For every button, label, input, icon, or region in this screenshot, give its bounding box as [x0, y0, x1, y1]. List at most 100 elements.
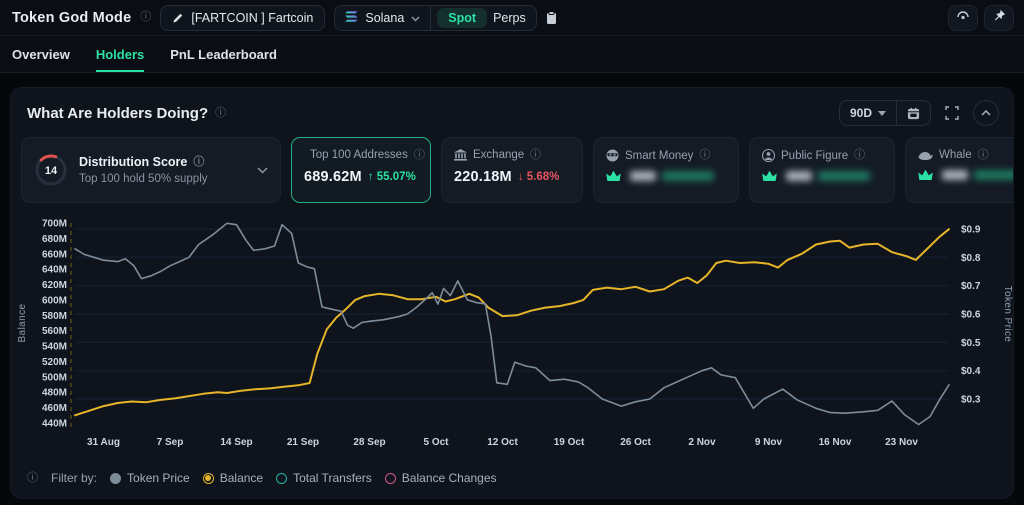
caret-down-icon [878, 111, 886, 116]
holders-chart: 700M680M660M640M620M600M580M560M540M520M… [13, 211, 1011, 462]
svg-text:12 Oct: 12 Oct [487, 437, 518, 448]
stat-card-title: Top 100 Addresses [310, 149, 408, 161]
collapse-button[interactable] [973, 100, 999, 126]
svg-text:$0.3: $0.3 [961, 395, 981, 406]
svg-text:23 Nov: 23 Nov [885, 437, 918, 448]
info-icon[interactable]: ⓘ [414, 150, 425, 161]
svg-text:7 Sep: 7 Sep [157, 437, 184, 448]
svg-text:580M: 580M [42, 311, 67, 322]
legend-item-token-price[interactable]: Token Price [110, 471, 190, 485]
svg-text:14 Sep: 14 Sep [220, 437, 252, 448]
chain-selector[interactable]: Solana [335, 6, 430, 30]
divider [430, 6, 431, 30]
svg-text:9 Nov: 9 Nov [755, 437, 783, 448]
masked-value [786, 171, 812, 181]
fullscreen-button[interactable] [939, 100, 965, 126]
chart-legend: ⓘ Filter by: Token Price Balance Total T… [11, 462, 1013, 494]
svg-text:440M: 440M [42, 419, 67, 430]
tab-overview[interactable]: Overview [12, 36, 70, 72]
distribution-score-title: Distribution Score [79, 155, 187, 169]
chevron-down-icon [411, 11, 420, 25]
svg-text:620M: 620M [42, 280, 67, 291]
smart-money-icon [606, 149, 619, 162]
stat-card-change: ↓ 5.68% [518, 171, 560, 183]
exchange-icon [454, 149, 467, 161]
watch-button[interactable] [948, 5, 978, 31]
info-icon[interactable]: ⓘ [140, 12, 151, 23]
stat-card-public-figure[interactable]: Public Figure ⓘ [749, 137, 895, 203]
tab-spot[interactable]: Spot [437, 8, 487, 28]
info-icon[interactable]: ⓘ [215, 108, 226, 119]
crown-icon [762, 170, 777, 182]
svg-text:Token Price: Token Price [1002, 286, 1013, 343]
stat-card-value: 689.62M [304, 169, 362, 185]
page-title: Token God Mode [12, 10, 131, 26]
svg-text:$0.9: $0.9 [961, 225, 981, 236]
legend-item-label: Balance [220, 471, 263, 485]
tab-holders[interactable]: Holders [96, 36, 144, 72]
copy-icon[interactable] [546, 11, 557, 25]
svg-text:540M: 540M [42, 342, 67, 353]
masked-change [818, 171, 870, 181]
solana-icon [345, 11, 358, 25]
stat-card-title: Smart Money [625, 150, 693, 162]
range-dropdown[interactable]: 90D [840, 101, 896, 125]
info-icon[interactable]: ⓘ [27, 473, 38, 484]
svg-text:560M: 560M [42, 326, 67, 337]
svg-text:520M: 520M [42, 357, 67, 368]
masked-value [630, 171, 656, 181]
svg-text:$0.7: $0.7 [961, 281, 981, 292]
crown-icon [918, 169, 933, 181]
svg-text:460M: 460M [42, 403, 67, 414]
tab-perps[interactable]: Perps [489, 8, 536, 28]
token-selector[interactable]: [FARTCOIN ] Fartcoin [160, 5, 325, 31]
tab-pnl-leaderboard[interactable]: PnL Leaderboard [170, 36, 277, 72]
stat-card-title: Exchange [473, 149, 524, 161]
market-selector: Solana Spot Perps [334, 5, 536, 31]
calendar-button[interactable] [897, 101, 930, 125]
svg-text:480M: 480M [42, 388, 67, 399]
distribution-score-card[interactable]: 14 Distribution Score ⓘ Top 100 hold 50%… [21, 137, 281, 203]
panel-title: What Are Holders Doing? [27, 105, 208, 122]
stat-card-change: ↑ 55.07% [368, 171, 416, 183]
masked-change [662, 171, 714, 181]
svg-text:640M: 640M [42, 265, 67, 276]
info-icon[interactable]: ⓘ [193, 157, 204, 168]
distribution-gauge: 14 [34, 153, 68, 187]
svg-text:31 Aug: 31 Aug [87, 437, 120, 448]
balance-changes-radio [385, 473, 396, 484]
stats-row: 14 Distribution Score ⓘ Top 100 hold 50%… [21, 137, 1014, 203]
watch-icon [955, 8, 971, 27]
legend-item-balance[interactable]: Balance [203, 471, 263, 485]
pin-button[interactable] [984, 5, 1014, 31]
chain-selector-label: Solana [365, 11, 404, 25]
svg-text:Balance: Balance [17, 304, 28, 343]
fullscreen-icon [945, 106, 959, 120]
info-icon[interactable]: ⓘ [978, 150, 989, 161]
info-icon[interactable]: ⓘ [854, 150, 865, 161]
svg-text:26 Oct: 26 Oct [620, 437, 651, 448]
panel-header: What Are Holders Doing? ⓘ 90D [11, 88, 1013, 135]
info-icon[interactable]: ⓘ [699, 150, 710, 161]
chart-svg[interactable]: 700M680M660M640M620M600M580M560M540M520M… [13, 211, 1013, 457]
svg-text:28 Sep: 28 Sep [353, 437, 385, 448]
svg-text:680M: 680M [42, 234, 67, 245]
svg-text:$0.6: $0.6 [961, 310, 981, 321]
stat-card-smart-money[interactable]: Smart Money ⓘ [593, 137, 739, 203]
stat-card-exchange[interactable]: Exchange ⓘ 220.18M ↓ 5.68% [441, 137, 583, 203]
svg-text:21 Sep: 21 Sep [287, 437, 319, 448]
balance-radio [203, 473, 214, 484]
public-figure-icon [762, 149, 775, 162]
range-selector: 90D [839, 100, 931, 126]
legend-item-balance-changes[interactable]: Balance Changes [385, 471, 497, 485]
stat-card-top-100-addresses[interactable]: Top 100 Addresses ⓘ 689.62M ↑ 55.07% [291, 137, 431, 203]
info-icon[interactable]: ⓘ [530, 150, 541, 161]
legend-item-total-transfers[interactable]: Total Transfers [276, 471, 372, 485]
chevron-down-icon[interactable] [257, 167, 268, 174]
distribution-score-value: 14 [45, 165, 58, 177]
distribution-score-subtitle: Top 100 hold 50% supply [79, 173, 246, 185]
stat-card-whale[interactable]: Whale ⓘ [905, 137, 1014, 203]
svg-text:5 Oct: 5 Oct [423, 437, 449, 448]
crown-icon [606, 170, 621, 182]
svg-text:$0.8: $0.8 [961, 253, 981, 264]
